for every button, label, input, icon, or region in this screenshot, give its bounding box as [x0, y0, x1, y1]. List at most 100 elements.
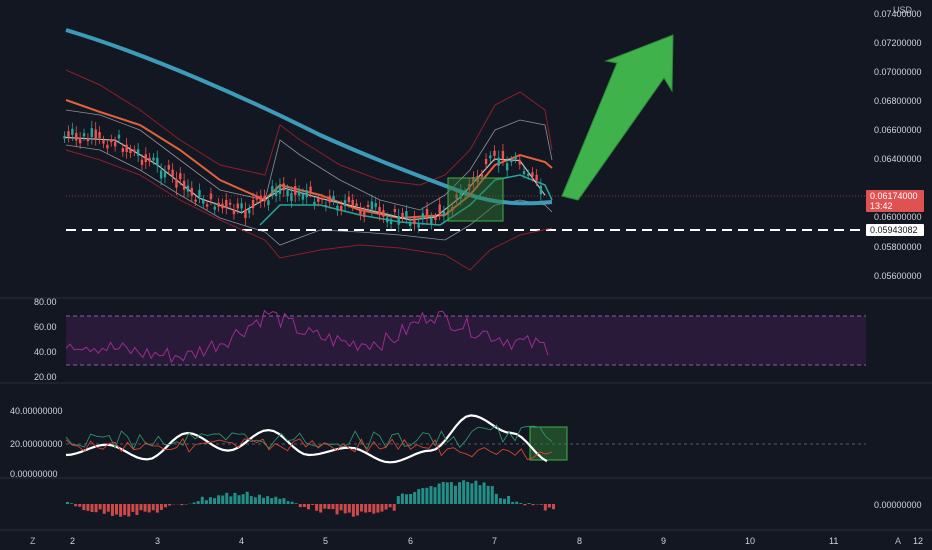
support-tag-value: 0.05943082 [870, 225, 918, 235]
candle-body [430, 218, 433, 224]
macd-bar [445, 482, 449, 504]
breakout-highlight [447, 177, 504, 222]
macd-bar [404, 494, 408, 504]
macd-bar [302, 504, 306, 508]
macd-bar [266, 496, 270, 504]
candle-body [401, 212, 404, 218]
macd-bar [360, 504, 364, 512]
candle-body [63, 135, 66, 139]
candle-body [501, 150, 505, 159]
macd-bar [531, 504, 535, 506]
candle-body [98, 132, 101, 138]
macd-bar [151, 504, 155, 511]
osc-axis-tick: 0.00000000 [10, 469, 58, 479]
macd-bar [74, 504, 78, 507]
macd-bar [196, 501, 200, 504]
candle-body [205, 204, 209, 207]
candle-body [144, 154, 148, 163]
macd-bar [168, 504, 172, 506]
price-axis-tick: 0.07200000 [874, 38, 922, 48]
macd-bar [294, 503, 298, 504]
macd-bar [225, 492, 229, 504]
candle-body [186, 185, 190, 192]
macd-bar [539, 504, 543, 505]
candle-body [484, 158, 488, 165]
macd-bar [417, 489, 421, 504]
rsi-axis-tick: 80.00 [34, 297, 57, 307]
candle-body [133, 149, 136, 152]
candle-body [489, 155, 492, 159]
candle-body [263, 195, 266, 202]
macd-bar [543, 504, 547, 511]
candle-body [240, 203, 243, 209]
macd-bar [519, 503, 523, 504]
candle-body [251, 199, 255, 209]
macd-bar [278, 498, 282, 504]
macd-bar [347, 504, 351, 513]
price-tag: 0.06174000 13:42 [866, 190, 924, 212]
macd-bar [486, 485, 490, 504]
macd-bar [110, 504, 114, 516]
candle-body [393, 209, 397, 212]
macd-bar [343, 504, 347, 514]
time-axis-tick: 8 [577, 536, 582, 546]
candle-body [75, 133, 78, 141]
candle-body [121, 148, 125, 152]
macd-bar [221, 495, 225, 504]
candle-body [386, 217, 389, 223]
candle-body [359, 208, 362, 215]
macd-bar [119, 504, 123, 517]
macd-bar [143, 504, 147, 512]
macd-bar [527, 502, 531, 504]
candle-body [409, 222, 412, 227]
candle-body [110, 139, 113, 143]
macd-bar [490, 486, 494, 504]
macd-bar [502, 498, 506, 504]
candle-body [320, 197, 324, 201]
macd-bar [478, 485, 482, 504]
candle-body [531, 172, 534, 177]
macd-bar [257, 494, 261, 504]
macd-bar [131, 504, 135, 512]
macd-bar [376, 504, 380, 513]
candle-body [113, 141, 117, 147]
macd-bar [155, 504, 159, 513]
time-axis-tick: 10 [745, 536, 755, 546]
candle-body [225, 199, 228, 208]
candle-body [140, 159, 144, 165]
candle-body [313, 201, 316, 205]
macd-bar [192, 502, 196, 504]
candle-body [209, 193, 213, 200]
candle-body [328, 195, 331, 203]
macd-bar [400, 493, 404, 504]
price-axis-tick: 0.05800000 [874, 242, 922, 252]
time-axis-tick: 4 [239, 536, 244, 546]
macd-bar [498, 498, 502, 504]
macd-bar [86, 504, 90, 511]
candle-body [86, 137, 90, 142]
macd-bar [413, 492, 417, 504]
candle-body [305, 190, 308, 198]
time-axis-tick: 2 [70, 536, 75, 546]
time-axis-tick: 6 [408, 536, 413, 546]
candle-body [129, 149, 132, 154]
candle-body [94, 129, 97, 139]
time-axis-tick: 7 [492, 536, 497, 546]
macd-bar [494, 493, 498, 504]
macd-bar [237, 495, 241, 504]
corner-right-label[interactable]: A [895, 536, 901, 546]
time-axis-tick: 5 [323, 536, 328, 546]
candle-body [148, 157, 151, 162]
price-axis-tick: 0.07400000 [874, 9, 922, 19]
macd-bar [474, 480, 478, 504]
candle-body [336, 205, 339, 211]
macd-bar [429, 486, 433, 504]
support-tag: 0.05943082 [866, 224, 924, 236]
candle-body [182, 180, 186, 190]
candle-body [514, 156, 517, 159]
candle-body [355, 203, 358, 206]
candle-body [71, 128, 74, 135]
macd-bar [98, 504, 102, 510]
candle-body [198, 189, 201, 197]
corner-left-label[interactable]: Z [30, 536, 36, 546]
